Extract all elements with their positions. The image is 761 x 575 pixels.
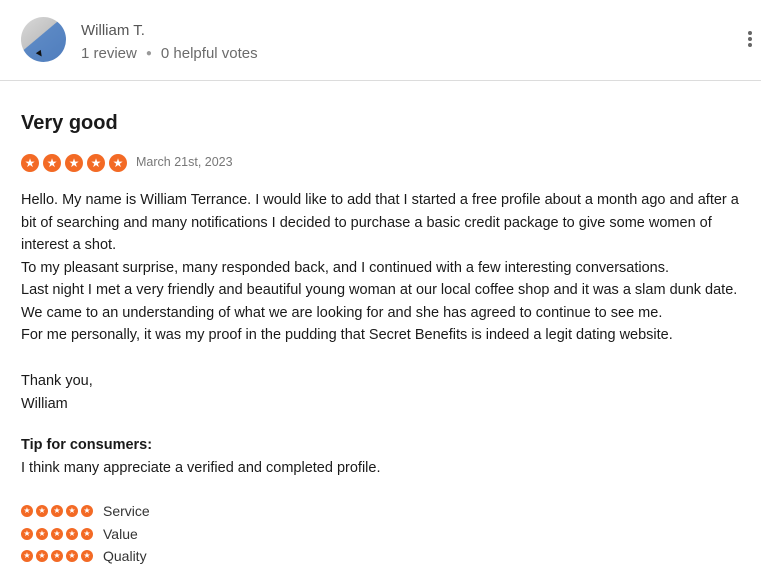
sub-rating-service: ★ ★ ★ ★ ★ Service — [21, 503, 150, 519]
more-options-button[interactable] — [745, 30, 755, 50]
star-icon: ★ — [51, 505, 63, 517]
star-icon: ★ — [36, 550, 48, 562]
avatar-mark — [35, 49, 45, 59]
review-title: Very good — [21, 112, 118, 134]
review-paragraph: To my pleasant surprise, many responded … — [21, 259, 670, 276]
rating-label: Quality — [103, 548, 147, 564]
star-icon: ★ — [51, 528, 63, 540]
tip-text: I think many appreciate a verified and c… — [21, 460, 381, 476]
rating-stars: ★ ★ ★ ★ ★ — [21, 550, 93, 562]
star-icon: ★ — [65, 154, 83, 172]
star-icon: ★ — [51, 550, 63, 562]
reviewer-name[interactable]: William T. — [81, 22, 145, 39]
star-icon: ★ — [21, 550, 33, 562]
tip-label: Tip for consumers: — [21, 437, 153, 453]
review-paragraph: Last night I met a very friendly and bea… — [21, 282, 738, 321]
reviewer-header: William T. 1 review ● 0 helpful votes — [0, 0, 761, 81]
review-paragraph: Hello. My name is William Terrance. I wo… — [21, 192, 739, 253]
rating-label: Value — [103, 526, 138, 542]
review-body: Hello. My name is William Terrance. I wo… — [21, 189, 756, 347]
star-icon: ★ — [81, 550, 93, 562]
reviewer-meta: 1 review ● 0 helpful votes — [81, 45, 258, 62]
review-date: March 21st, 2023 — [136, 155, 233, 169]
star-icon: ★ — [81, 505, 93, 517]
closing-line: Thank you, — [21, 373, 93, 389]
more-vertical-icon — [748, 31, 752, 35]
review-closing: Thank you, William — [21, 370, 93, 415]
star-icon: ★ — [87, 154, 105, 172]
avatar[interactable] — [21, 17, 66, 62]
overall-rating-stars: ★ ★ ★ ★ ★ — [21, 154, 127, 172]
separator-dot: ● — [145, 48, 152, 59]
star-icon: ★ — [66, 550, 78, 562]
star-icon: ★ — [21, 528, 33, 540]
star-icon: ★ — [21, 154, 39, 172]
review-count: 1 review — [81, 45, 137, 62]
star-icon: ★ — [43, 154, 61, 172]
star-icon: ★ — [66, 505, 78, 517]
star-icon: ★ — [36, 528, 48, 540]
helpful-votes: 0 helpful votes — [160, 45, 258, 62]
review-paragraph: For me personally, it was my proof in th… — [21, 327, 673, 343]
closing-signature: William — [21, 395, 68, 412]
star-icon: ★ — [66, 528, 78, 540]
sub-rating-quality: ★ ★ ★ ★ ★ Quality — [21, 548, 147, 564]
star-icon: ★ — [109, 154, 127, 172]
star-icon: ★ — [36, 505, 48, 517]
star-icon: ★ — [21, 505, 33, 517]
rating-stars: ★ ★ ★ ★ ★ — [21, 505, 93, 517]
sub-rating-value: ★ ★ ★ ★ ★ Value — [21, 526, 138, 542]
rating-stars: ★ ★ ★ ★ ★ — [21, 528, 93, 540]
rating-label: Service — [103, 503, 150, 519]
star-icon: ★ — [81, 528, 93, 540]
